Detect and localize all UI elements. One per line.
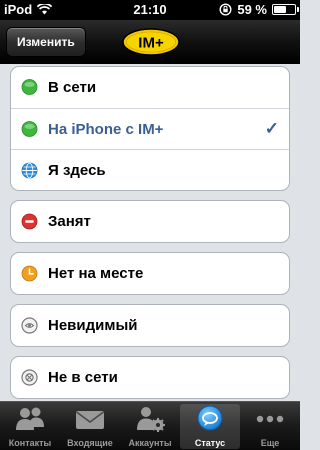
status-label: Невидимый	[48, 317, 138, 334]
tab-label: Контакты	[8, 438, 52, 448]
status-label: Нет на месте	[48, 265, 144, 282]
status-group-available: В сети На iPhone с IM+ ✓ Я здесь	[10, 66, 290, 191]
edit-button[interactable]: Изменить	[6, 27, 86, 57]
invisible-icon	[21, 317, 38, 334]
status-row-away[interactable]: Нет на месте	[11, 253, 289, 294]
online-chat-bubble-icon	[21, 79, 38, 95]
tab-contacts[interactable]: Контакты	[0, 402, 60, 450]
status-bar-right: 59 %	[219, 2, 299, 17]
inbox-envelope-icon	[76, 411, 104, 429]
status-label: На iPhone с IM+	[48, 121, 164, 138]
battery-fill	[274, 6, 286, 13]
accounts-gear-icon	[137, 407, 165, 432]
logo-text: IM+	[138, 35, 164, 52]
away-clock-icon	[21, 265, 38, 282]
tab-label: Входящие	[67, 438, 113, 448]
mobile-chat-bubble-icon	[21, 121, 38, 137]
contacts-icon	[16, 407, 44, 430]
checkmark-icon: ✓	[264, 119, 279, 138]
navigation-bar: Изменить IM+	[0, 20, 300, 64]
tab-inbox[interactable]: Входящие	[60, 402, 120, 450]
tab-label: Статус	[194, 438, 226, 448]
im-plus-logo: IM+	[122, 28, 180, 56]
status-group-invisible: Невидимый	[10, 304, 290, 347]
tab-more[interactable]: Еще	[240, 402, 300, 450]
tab-label: Еще	[260, 438, 280, 448]
status-label: В сети	[48, 79, 97, 96]
status-row-online[interactable]: В сети	[11, 67, 289, 108]
status-group-offline: Не в сети	[10, 356, 290, 399]
status-label: Не в сети	[48, 369, 118, 386]
status-group-busy: Занят	[10, 200, 290, 243]
battery-percent: 59 %	[237, 2, 267, 17]
status-row-busy[interactable]: Занят	[11, 201, 289, 242]
status-bubble-icon	[197, 405, 223, 431]
tab-label: Аккаунты	[128, 438, 172, 448]
tab-bar: Контакты Входящие Аккаунты Статус Еще	[0, 401, 300, 450]
status-label: Я здесь	[48, 162, 106, 179]
status-label: Занят	[48, 213, 91, 230]
status-bar: iPod 21:10 59 %	[0, 0, 300, 20]
globe-icon	[21, 162, 38, 179]
rotation-lock-icon	[219, 3, 232, 16]
busy-minus-icon	[21, 213, 38, 230]
status-row-invisible[interactable]: Невидимый	[11, 305, 289, 346]
tab-status[interactable]: Статус	[180, 404, 240, 449]
status-row-here[interactable]: Я здесь	[11, 149, 289, 190]
more-dots-icon	[256, 415, 284, 423]
offline-icon	[21, 369, 38, 386]
tab-accounts[interactable]: Аккаунты	[120, 402, 180, 450]
status-group-away: Нет на месте	[10, 252, 290, 295]
status-list: В сети На iPhone с IM+ ✓ Я здесь Занят Н…	[10, 66, 290, 408]
status-row-offline[interactable]: Не в сети	[11, 357, 289, 398]
battery-icon	[272, 4, 299, 15]
status-row-on-iphone[interactable]: На iPhone с IM+ ✓	[11, 108, 289, 149]
